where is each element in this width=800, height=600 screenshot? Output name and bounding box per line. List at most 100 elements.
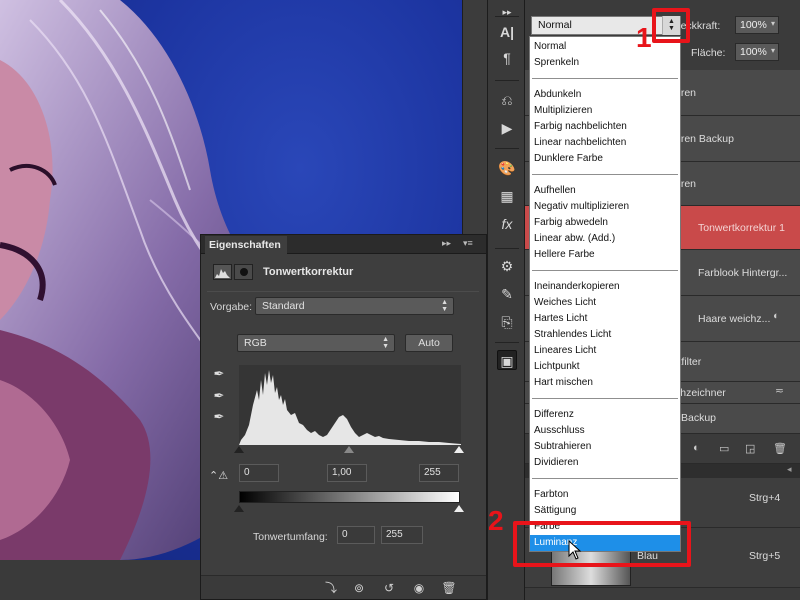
channel-value: RGB [244,337,267,349]
clipping-warning-icon[interactable]: ⌃⚠ [209,469,228,482]
annotation-number-2: 2 [488,505,504,536]
brush-presets-icon[interactable]: ✎ [497,284,517,304]
input-gamma-slider[interactable] [344,446,354,453]
new-layer-icon[interactable]: ◲ [745,442,755,455]
gray-eyedropper-icon[interactable]: ✒ [211,388,227,404]
input-white-field[interactable]: 255 [419,464,459,482]
trash-icon[interactable]: 🗑 [441,580,457,596]
blend-option[interactable]: Subtrahieren [530,439,680,455]
character-panel-icon[interactable]: A| [497,22,517,42]
channel-select[interactable]: RGB ▲ ▼ [237,334,395,352]
histogram [239,365,461,445]
black-eyedropper-icon[interactable]: ✒ [211,366,227,382]
folder-icon[interactable]: ▭ [719,442,729,455]
reset-icon[interactable]: ↺ [381,580,397,596]
adjustment-title: Tonwertkorrektur [263,266,354,278]
blend-option[interactable]: Differenz [530,407,680,423]
blend-option[interactable]: Linear nachbelichten [530,135,680,151]
divider [495,16,519,17]
clip-to-layer-icon[interactable]: ⤵ [323,580,339,596]
blend-option[interactable]: Ausschluss [530,423,680,439]
blend-option[interactable]: Sättigung [530,503,680,519]
swatches-grid-icon[interactable]: ▦ [497,186,517,206]
actions-play-icon[interactable]: ▶ [497,118,517,138]
divider [532,174,678,175]
input-white-slider[interactable] [454,446,464,453]
properties-footer: ⤵ ⊚ ↺ ◉ 🗑 [201,575,486,599]
layer-name: uren Backup [675,133,734,145]
output-black-slider[interactable] [234,505,244,512]
output-black-field[interactable]: 0 [337,526,375,544]
blend-option[interactable]: Linear abw. (Add.) [530,231,680,247]
adjustment-layer-icon[interactable]: ◐ [693,442,700,454]
mask-mode-icon[interactable] [234,264,253,280]
blend-option[interactable]: Sprenkeln [530,55,680,71]
blend-option[interactable]: Aufhellen [530,183,680,199]
blend-mode-list: Normal Sprenkeln Abdunkeln Multipliziere… [529,36,681,552]
blend-option[interactable]: Farbton [530,487,680,503]
properties-panel: Eigenschaften ▸▸ ▾≡ Tonwertkorrektur Vor… [200,234,487,600]
tab-eigenschaften[interactable]: Eigenschaften [205,236,287,254]
channel-shortcut: Strg+5 [749,550,781,562]
collapse-icon[interactable]: ▸▸ [442,238,451,249]
adjustments-icon[interactable]: ⚙ [497,256,517,276]
channel-shortcut: Strg+4 [749,492,781,504]
annotation-number-1: 1 [636,22,652,53]
clone-source-icon[interactable]: ⎘ [497,312,517,332]
history-panel-icon[interactable]: ⎌ [497,90,517,110]
divider [495,248,519,249]
blend-option[interactable]: Ineinanderkopieren [530,279,680,295]
panel-menu-icon[interactable]: ▾≡ [463,238,473,249]
preset-select[interactable]: Standard ▲ ▼ [255,297,454,315]
trash-icon[interactable]: 🗑 [773,442,787,455]
divider [495,342,519,343]
channels-footer [525,588,800,600]
output-levels-label: Tonwertumfang: [253,531,328,543]
blend-option[interactable]: Abdunkeln [530,87,680,103]
input-black-slider[interactable] [234,446,244,453]
auto-button[interactable]: Auto [405,334,453,352]
divider [495,148,519,149]
blend-option[interactable]: Dunklere Farbe [530,151,680,167]
layer-name: Farblook Hintergr... [698,267,788,279]
blend-option[interactable]: Strahlendes Licht [530,327,680,343]
divider [495,80,519,81]
output-white-field[interactable]: 255 [381,526,423,544]
updown-arrows-icon: ▲ ▼ [441,299,448,313]
layer-name: Tonwertkorrektur 1 [698,222,785,234]
blend-mode-value: Normal [538,19,572,31]
blend-option[interactable]: Hart mischen [530,375,680,391]
levels-mode-icon[interactable] [213,264,232,280]
layer-name: chzeichner [675,387,726,399]
blend-option[interactable]: Lineares Licht [530,343,680,359]
blend-option[interactable]: Multiplizieren [530,103,680,119]
blend-option[interactable]: Farbig abwedeln [530,215,680,231]
smart-filter-icon: ◐ [773,310,780,322]
fill-field[interactable]: 100% ▾ [735,43,779,61]
white-eyedropper-icon[interactable]: ✒ [211,409,227,425]
blend-option[interactable]: Dividieren [530,455,680,471]
properties-panel-icon[interactable]: ▣ [497,350,517,370]
blend-option[interactable]: Hartes Licht [530,311,680,327]
color-palette-icon[interactable]: 🎨 [497,158,517,178]
paragraph-panel-icon[interactable]: ¶ [497,48,517,68]
blend-option[interactable]: Weiches Licht [530,295,680,311]
styles-fx-icon[interactable]: fx [497,214,517,234]
layer-name: Haare weichz... [698,313,771,325]
blend-option[interactable]: Lichtpunkt [530,359,680,375]
collapse-icon[interactable]: ▸▸ [497,2,517,22]
blend-option[interactable]: Hellere Farbe [530,247,680,263]
visibility-eye-icon[interactable]: ◉ [411,580,427,596]
output-white-slider[interactable] [454,505,464,512]
blend-option[interactable]: Farbig nachbelichten [530,119,680,135]
filter-options-icon[interactable]: ≂ [775,385,784,397]
fill-label: Fläche: [691,47,726,59]
blend-option[interactable]: Negativ multiplizieren [530,199,680,215]
chevron-down-icon[interactable]: ◂ [787,464,792,475]
layer-name: Backup [681,412,717,424]
properties-header: Tonwertkorrektur [201,255,486,289]
opacity-field[interactable]: 100% ▾ [735,16,779,34]
input-gamma-field[interactable]: 1,00 [327,464,367,482]
view-previous-icon[interactable]: ⊚ [351,580,367,596]
input-black-field[interactable]: 0 [239,464,279,482]
